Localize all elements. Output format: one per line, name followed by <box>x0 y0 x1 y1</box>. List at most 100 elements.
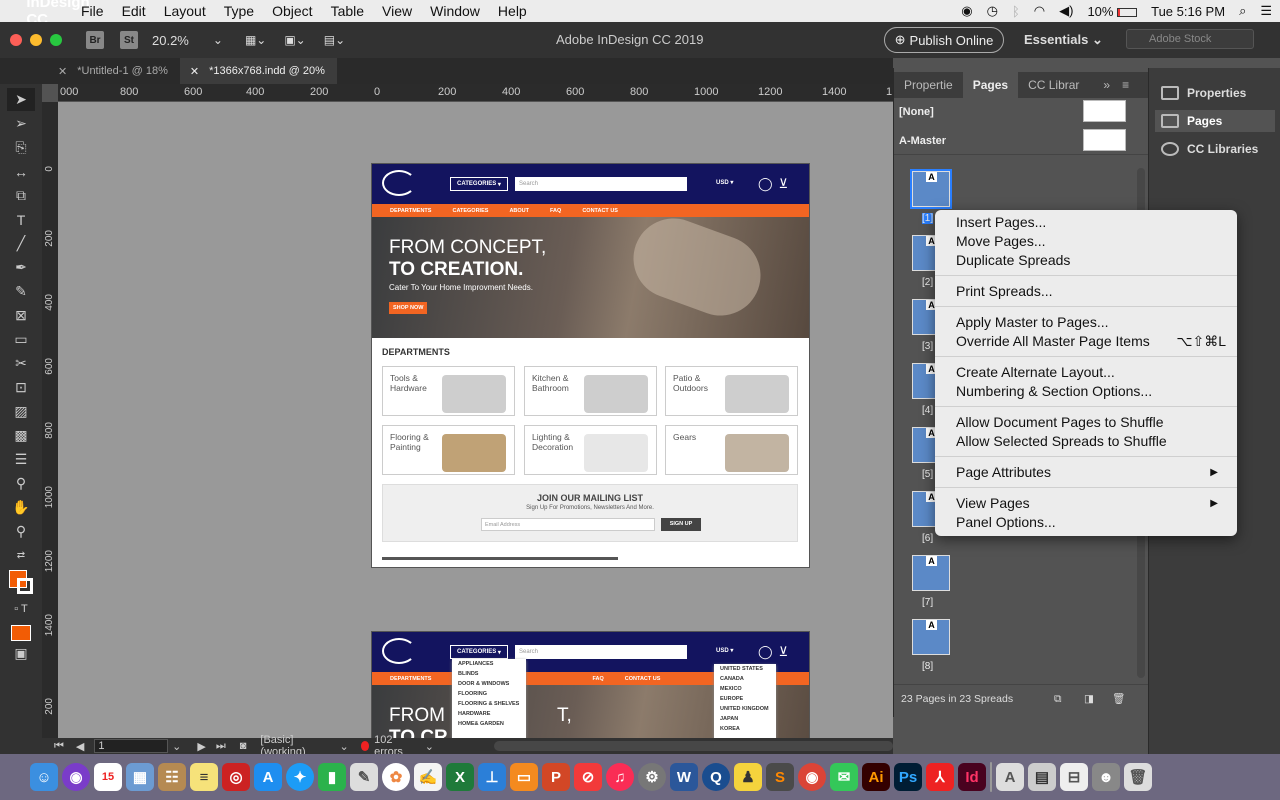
workspace-switcher[interactable]: Essentials ⌄ <box>1024 32 1103 48</box>
page-thumb-8[interactable]: A <box>912 619 950 655</box>
dock-pages[interactable]: Pages <box>1155 110 1275 132</box>
dropdown-item[interactable]: HARDWARE <box>452 709 526 719</box>
nav-contact[interactable]: CONTACT US <box>582 208 618 214</box>
gap-tool-icon[interactable]: ↔ <box>7 160 35 183</box>
bridge-button[interactable]: Br <box>86 31 104 49</box>
creative-cloud-icon[interactable]: ◉ <box>961 3 972 19</box>
country-item[interactable]: UNITED STATES <box>714 664 776 674</box>
categories-button[interactable]: CATEGORIES ▾ <box>450 177 508 191</box>
tile-patio[interactable]: Patio & Outdoors <box>665 366 798 416</box>
fill-stroke-swatch[interactable] <box>7 568 35 596</box>
clock[interactable]: Tue 5:16 PM <box>1151 4 1225 19</box>
menu-edit[interactable]: Edit <box>113 3 155 19</box>
menu-help[interactable]: Help <box>489 3 536 19</box>
menu-numbering-section[interactable]: Numbering & Section Options... <box>956 382 1226 401</box>
user-stack-icon[interactable]: ☻ <box>1092 763 1120 791</box>
rectangle-frame-tool-icon[interactable]: ⊠ <box>7 304 35 327</box>
categories-button[interactable]: CATEGORIES ▾ <box>450 645 508 659</box>
page-thumb-7[interactable]: A <box>912 555 950 591</box>
menu-move-pages[interactable]: Move Pages... <box>956 232 1226 251</box>
currency-selector[interactable]: USD ▾ <box>716 179 733 186</box>
battery-icon[interactable] <box>1117 7 1138 17</box>
master-dropdown-icon[interactable]: ⌄ <box>339 740 348 753</box>
hand-tool-icon[interactable]: ✋ <box>7 496 35 519</box>
rectangle-tool-icon[interactable]: ▭ <box>7 328 35 351</box>
dock-properties[interactable]: Properties <box>1155 82 1275 104</box>
page-tool-icon[interactable]: ⎘ <box>7 136 35 159</box>
nav-departments[interactable]: DEPARTMENTS <box>390 208 431 214</box>
menu-layout[interactable]: Layout <box>155 3 215 19</box>
books-icon[interactable]: ▭ <box>510 763 538 791</box>
direct-selection-tool-icon[interactable]: ➢ <box>7 112 35 135</box>
calendar-icon[interactable]: 15 <box>94 763 122 791</box>
tab-properties[interactable]: Propertie <box>894 78 963 92</box>
preflight-dropdown-icon[interactable]: ⌄ <box>425 740 434 753</box>
screen-mode-tool-icon[interactable]: ▣ <box>7 642 35 665</box>
tile-lighting[interactable]: Lighting & Decoration <box>524 425 657 475</box>
sublime-icon[interactable]: S <box>766 763 794 791</box>
menu-override-master-items[interactable]: Override All Master Page Items ⌥⇧⌘L <box>956 332 1226 351</box>
type-tool-icon[interactable]: T <box>7 208 35 231</box>
volume-icon[interactable]: ◀) <box>1059 3 1073 19</box>
menu-table[interactable]: Table <box>322 3 373 19</box>
page-dropdown-icon[interactable]: ⌄ <box>172 740 181 753</box>
view-options-icon[interactable]: ▣⌄ <box>284 33 305 47</box>
dock-cc-libraries[interactable]: CC Libraries <box>1155 138 1275 160</box>
menu-page-attributes[interactable]: Page Attributes ▶ <box>956 463 1226 482</box>
edit-page-size-icon[interactable]: ⧉ <box>1054 685 1062 713</box>
textedit-icon[interactable]: ✍ <box>414 763 442 791</box>
preview-icon[interactable]: ▦ <box>126 763 154 791</box>
finder-icon[interactable]: ☺ <box>30 763 58 791</box>
cyberduck-icon[interactable]: ♟ <box>734 763 762 791</box>
menu-allow-document-shuffle[interactable]: Allow Document Pages to Shuffle <box>956 413 1226 432</box>
first-page-icon[interactable]: ⏮ <box>54 740 64 753</box>
panel-overflow-icon[interactable]: » <box>1103 78 1110 92</box>
scissors-tool-icon[interactable]: ✂ <box>7 352 35 375</box>
tile-tools[interactable]: Tools & Hardware <box>382 366 515 416</box>
menu-view-pages[interactable]: View Pages ▶ <box>956 494 1226 513</box>
last-page-icon[interactable]: ⏭ <box>216 740 226 753</box>
page-2[interactable]: CATEGORIES ▾ Search USD ▾ ◯⊻ DEPARTMENTS… <box>372 632 809 738</box>
horizontal-scrollbar[interactable] <box>493 741 893 751</box>
nav-contact[interactable]: CONTACT US <box>625 676 661 682</box>
applications-folder-icon[interactable]: A <box>996 763 1024 791</box>
country-item[interactable]: EUROPE <box>714 694 776 704</box>
eyedropper-tool-icon[interactable]: ⚲ <box>7 472 35 495</box>
app-store-icon[interactable]: A <box>254 763 282 791</box>
time-machine-icon[interactable]: ◷ <box>987 3 998 19</box>
content-collector-icon[interactable]: ⧉ <box>7 184 35 207</box>
news-icon[interactable]: ⊘ <box>574 763 602 791</box>
close-window-button[interactable] <box>10 34 22 46</box>
site-search-input[interactable]: Search <box>515 177 687 191</box>
country-item[interactable]: UNITED KINGDOM <box>714 704 776 714</box>
country-item[interactable]: KOREA <box>714 724 776 734</box>
photoshop-icon[interactable]: Ps <box>894 763 922 791</box>
country-item[interactable]: JAPAN <box>714 714 776 724</box>
minimize-window-button[interactable] <box>30 34 42 46</box>
wifi-icon[interactable]: ◠ <box>1034 3 1045 19</box>
close-icon[interactable]: ✕ <box>190 65 199 78</box>
script-editor-icon[interactable]: ✎ <box>350 763 378 791</box>
contacts-icon[interactable]: ☷ <box>158 763 186 791</box>
zoom-window-button[interactable] <box>50 34 62 46</box>
nav-faq[interactable]: FAQ <box>550 208 561 214</box>
nav-about[interactable]: ABOUT <box>509 208 529 214</box>
menu-apply-master[interactable]: Apply Master to Pages... <box>956 313 1226 332</box>
close-icon[interactable]: ✕ <box>58 65 67 78</box>
country-item[interactable]: MEXICO <box>714 684 776 694</box>
preview-doc-icon[interactable]: ▤ <box>1028 763 1056 791</box>
stroke-swatch[interactable] <box>17 578 33 594</box>
error-icon[interactable] <box>360 741 370 751</box>
siri-icon[interactable]: ◉ <box>62 763 90 791</box>
swap-colors-icon[interactable]: ⇄ <box>7 544 35 567</box>
signup-button[interactable]: SIGN UP <box>661 518 701 531</box>
open-page-icon[interactable]: ◙ <box>240 740 247 752</box>
stock-button[interactable]: St <box>120 31 138 49</box>
menu-view[interactable]: View <box>373 3 421 19</box>
panel-menu-icon[interactable]: ≡ <box>1122 78 1129 92</box>
gradient-feather-tool-icon[interactable]: ▩ <box>7 424 35 447</box>
acrobat-icon[interactable]: ⅄ <box>926 763 954 791</box>
system-preferences-icon[interactable]: ⚙ <box>638 763 666 791</box>
free-transform-tool-icon[interactable]: ⊡ <box>7 376 35 399</box>
chrome-icon[interactable]: ◉ <box>798 763 826 791</box>
